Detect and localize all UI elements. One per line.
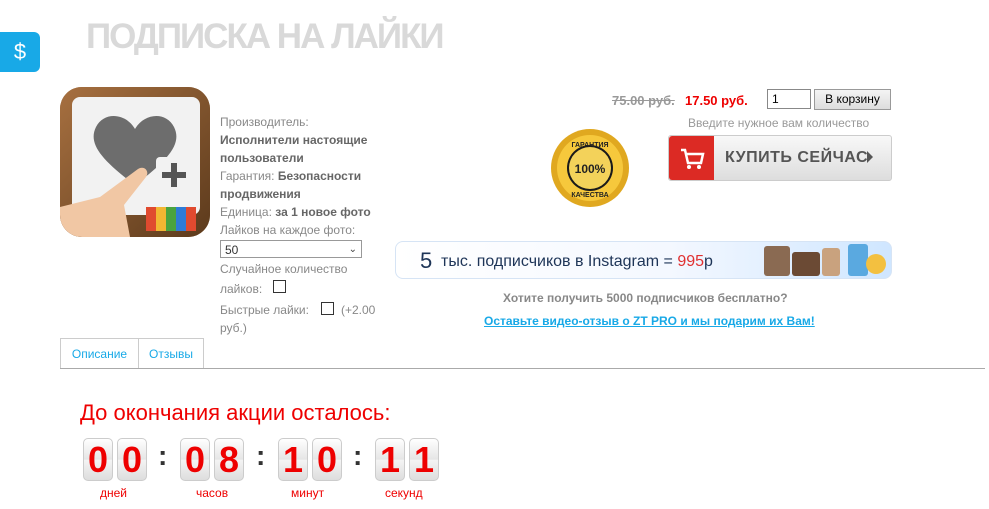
countdown-unit-hours: часов xyxy=(196,486,229,500)
promo-question: Хотите получить 5000 подписчиков бесплат… xyxy=(503,291,788,305)
countdown-digit: 1 xyxy=(375,438,405,481)
banner-number: 5 xyxy=(420,248,433,273)
product-image xyxy=(60,87,210,237)
dollar-icon[interactable]: $ xyxy=(0,32,40,72)
countdown-digit: 0 xyxy=(83,438,113,481)
seal-percent: 100% xyxy=(575,162,606,176)
guarantee-value-2: продвижения xyxy=(220,187,301,201)
maker-value: Исполнители настоящие xyxy=(220,133,368,147)
unit-row: Единица: за 1 новое фото xyxy=(220,205,371,219)
promo-banner[interactable]: 5 тыс. подписчиков в Instagram = 995р xyxy=(395,241,892,279)
random-label: Случайное количество xyxy=(220,262,348,276)
maker-label: Производитель: xyxy=(220,115,309,129)
add-to-cart-button[interactable]: В корзину xyxy=(814,89,891,110)
chevron-down-icon: ⌄ xyxy=(348,244,357,255)
countdown-separator: : xyxy=(256,440,266,471)
random-checkbox[interactable] xyxy=(273,280,286,293)
quantity-input[interactable]: 1 xyxy=(767,89,811,109)
quality-seal-icon: ГАРАНТИЯ 100% КАЧЕСТВА xyxy=(549,127,631,214)
cart-icon-box xyxy=(669,136,714,180)
guarantee-row: Гарантия: Безопасности xyxy=(220,169,362,183)
buy-now-label: КУПИТЬ СЕЙЧАС xyxy=(725,149,869,166)
fast-checkbox[interactable] xyxy=(321,302,334,315)
tab-reviews[interactable]: Отзывы xyxy=(138,338,204,369)
countdown-digit: 1 xyxy=(278,438,308,481)
fast-extra-2: руб.) xyxy=(220,321,247,335)
likes-select[interactable]: 50 ⌄ xyxy=(220,240,362,258)
cart-icon xyxy=(681,148,705,169)
countdown-digit: 0 xyxy=(312,438,342,481)
maker-value-2: пользователи xyxy=(220,151,304,165)
countdown-separator: : xyxy=(158,440,168,471)
banner-text: тыс. подписчиков в Instagram = 995р xyxy=(441,253,713,270)
countdown-unit-seconds: секунд xyxy=(385,486,423,500)
quantity-hint: Введите нужное вам количество xyxy=(688,116,870,130)
new-price: 17.50 руб. xyxy=(685,93,748,108)
random-label-2: лайков: xyxy=(220,282,263,296)
likes-label: Лайков на каждое фото: xyxy=(220,223,356,237)
countdown-title: До окончания акции осталось: xyxy=(80,400,391,425)
seal-bottom-text: КАЧЕСТВА xyxy=(571,192,608,199)
countdown-digit: 0 xyxy=(117,438,147,481)
tab-description[interactable]: Описание xyxy=(60,338,139,369)
tab-divider xyxy=(60,368,985,369)
banner-decor-image xyxy=(764,244,886,276)
buy-now-button[interactable]: КУПИТЬ СЕЙЧАС xyxy=(668,135,892,181)
arrow-right-icon xyxy=(867,151,873,163)
fast-label: Быстрые лайки: xyxy=(220,303,309,317)
countdown-unit-days: дней xyxy=(100,486,128,500)
seal-top-text: ГАРАНТИЯ xyxy=(571,142,608,149)
old-price: 75.00 руб. xyxy=(612,93,675,108)
countdown-digit: 8 xyxy=(214,438,244,481)
countdown-digit: 1 xyxy=(409,438,439,481)
countdown-unit-minutes: минут xyxy=(291,486,325,500)
page-title: ПОДПИСКА НА ЛАЙКИ xyxy=(86,17,445,56)
countdown-separator: : xyxy=(353,440,363,471)
promo-link[interactable]: Оставьте видео-отзыв о ZT PRO и мы подар… xyxy=(484,314,815,328)
countdown-digit: 0 xyxy=(180,438,210,481)
fast-extra: (+2.00 xyxy=(341,303,376,317)
